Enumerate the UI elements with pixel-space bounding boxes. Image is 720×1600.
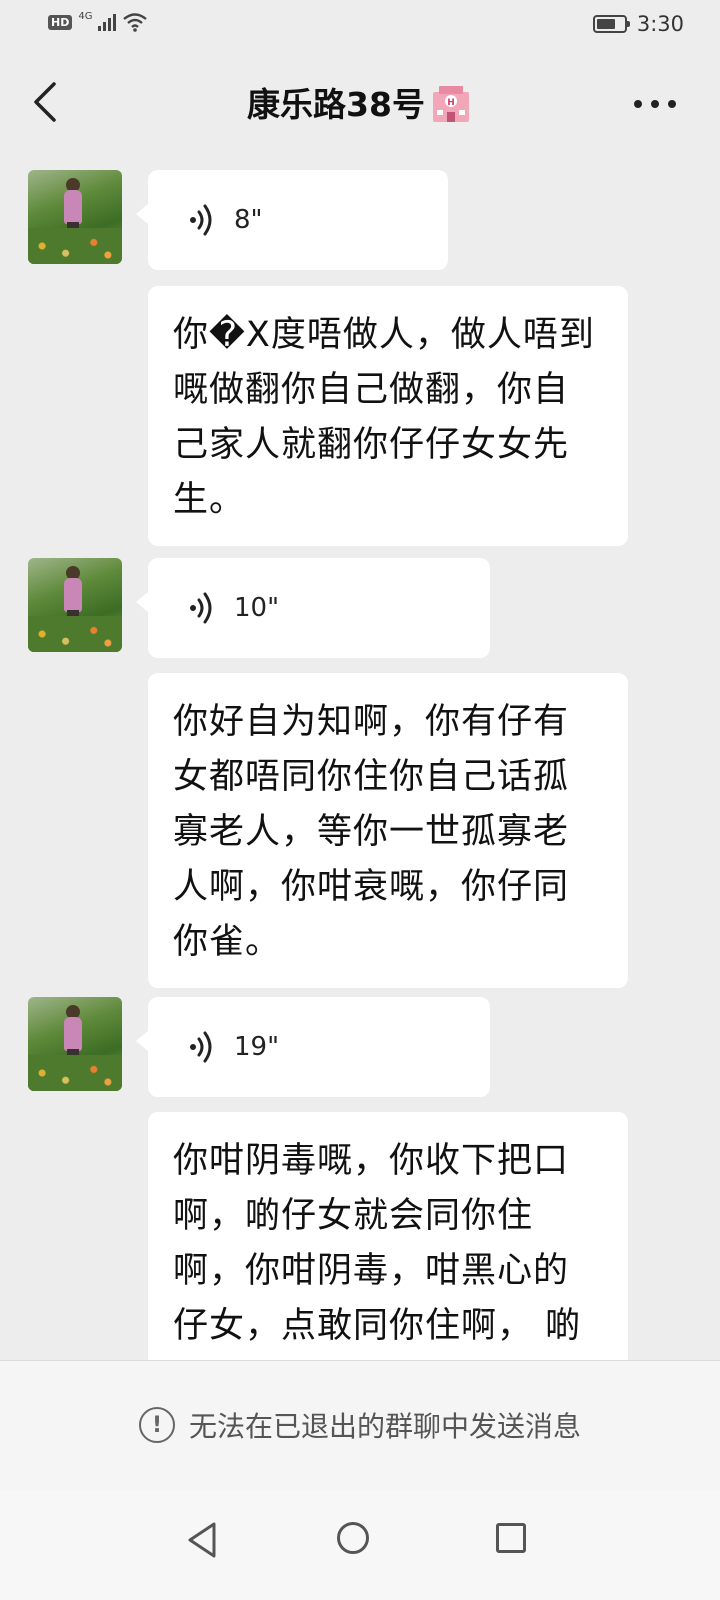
sender-avatar[interactable]	[28, 558, 122, 652]
message-text: 你�X度唔做人，做人唔到嘅做翻你自己做翻，你自己家人就翻你仔仔女女先生。	[173, 315, 595, 520]
input-disabled-notice: ! 无法在已退出的群聊中发送消息	[0, 1360, 720, 1491]
status-bar: HD 4G 3:30	[0, 0, 720, 48]
sender-avatar[interactable]	[28, 170, 122, 264]
nav-back-icon[interactable]	[184, 1520, 220, 1560]
voice-wave-icon	[190, 592, 212, 624]
message-text: 你好自为知啊，你有仔有女都唔同你住你自己话孤寡老人，等你一世孤寡老人啊，你咁衰嘅…	[173, 702, 570, 962]
system-nav-bar	[0, 1490, 720, 1600]
title-bar: 康乐路38号 H	[0, 48, 720, 158]
nav-recent-icon[interactable]	[496, 1523, 526, 1553]
status-right: 3:30	[592, 12, 684, 36]
voice-message[interactable]: 8"	[136, 170, 448, 270]
wifi-icon	[123, 13, 148, 32]
voice-duration: 8"	[234, 205, 263, 235]
voice-message[interactable]: 19"	[136, 997, 490, 1097]
network-label: 4G	[78, 10, 93, 22]
svg-text:H: H	[447, 98, 455, 108]
chat-title: 康乐路38号 H	[0, 78, 720, 127]
hotel-icon: H	[432, 85, 469, 122]
signal-icon	[98, 13, 117, 31]
status-left: HD 4G	[48, 10, 148, 32]
voice-wave-icon	[190, 204, 212, 236]
voice-duration: 10"	[234, 593, 280, 623]
more-icon[interactable]	[634, 100, 676, 108]
nav-home-icon[interactable]	[337, 1522, 369, 1554]
voice-duration: 19"	[234, 1032, 280, 1062]
warning-icon: !	[138, 1407, 175, 1443]
hd-badge: HD	[48, 14, 73, 30]
status-time: 3:30	[636, 12, 684, 36]
battery-icon	[592, 15, 630, 33]
sender-avatar[interactable]	[28, 997, 122, 1091]
voice-wave-icon	[190, 1031, 212, 1063]
text-message[interactable]: 你好自为知啊，你有仔有女都唔同你住你自己话孤寡老人，等你一世孤寡老人啊，你咁衰嘅…	[148, 673, 628, 988]
notice-row: ! 无法在已退出的群聊中发送消息	[0, 1405, 720, 1445]
chat-title-text: 康乐路38号	[247, 85, 425, 124]
notice-text: 无法在已退出的群聊中发送消息	[188, 1410, 581, 1443]
voice-message[interactable]: 10"	[136, 558, 490, 658]
text-message[interactable]: 你�X度唔做人，做人唔到嘅做翻你自己做翻，你自己家人就翻你仔仔女女先生。	[148, 286, 628, 546]
